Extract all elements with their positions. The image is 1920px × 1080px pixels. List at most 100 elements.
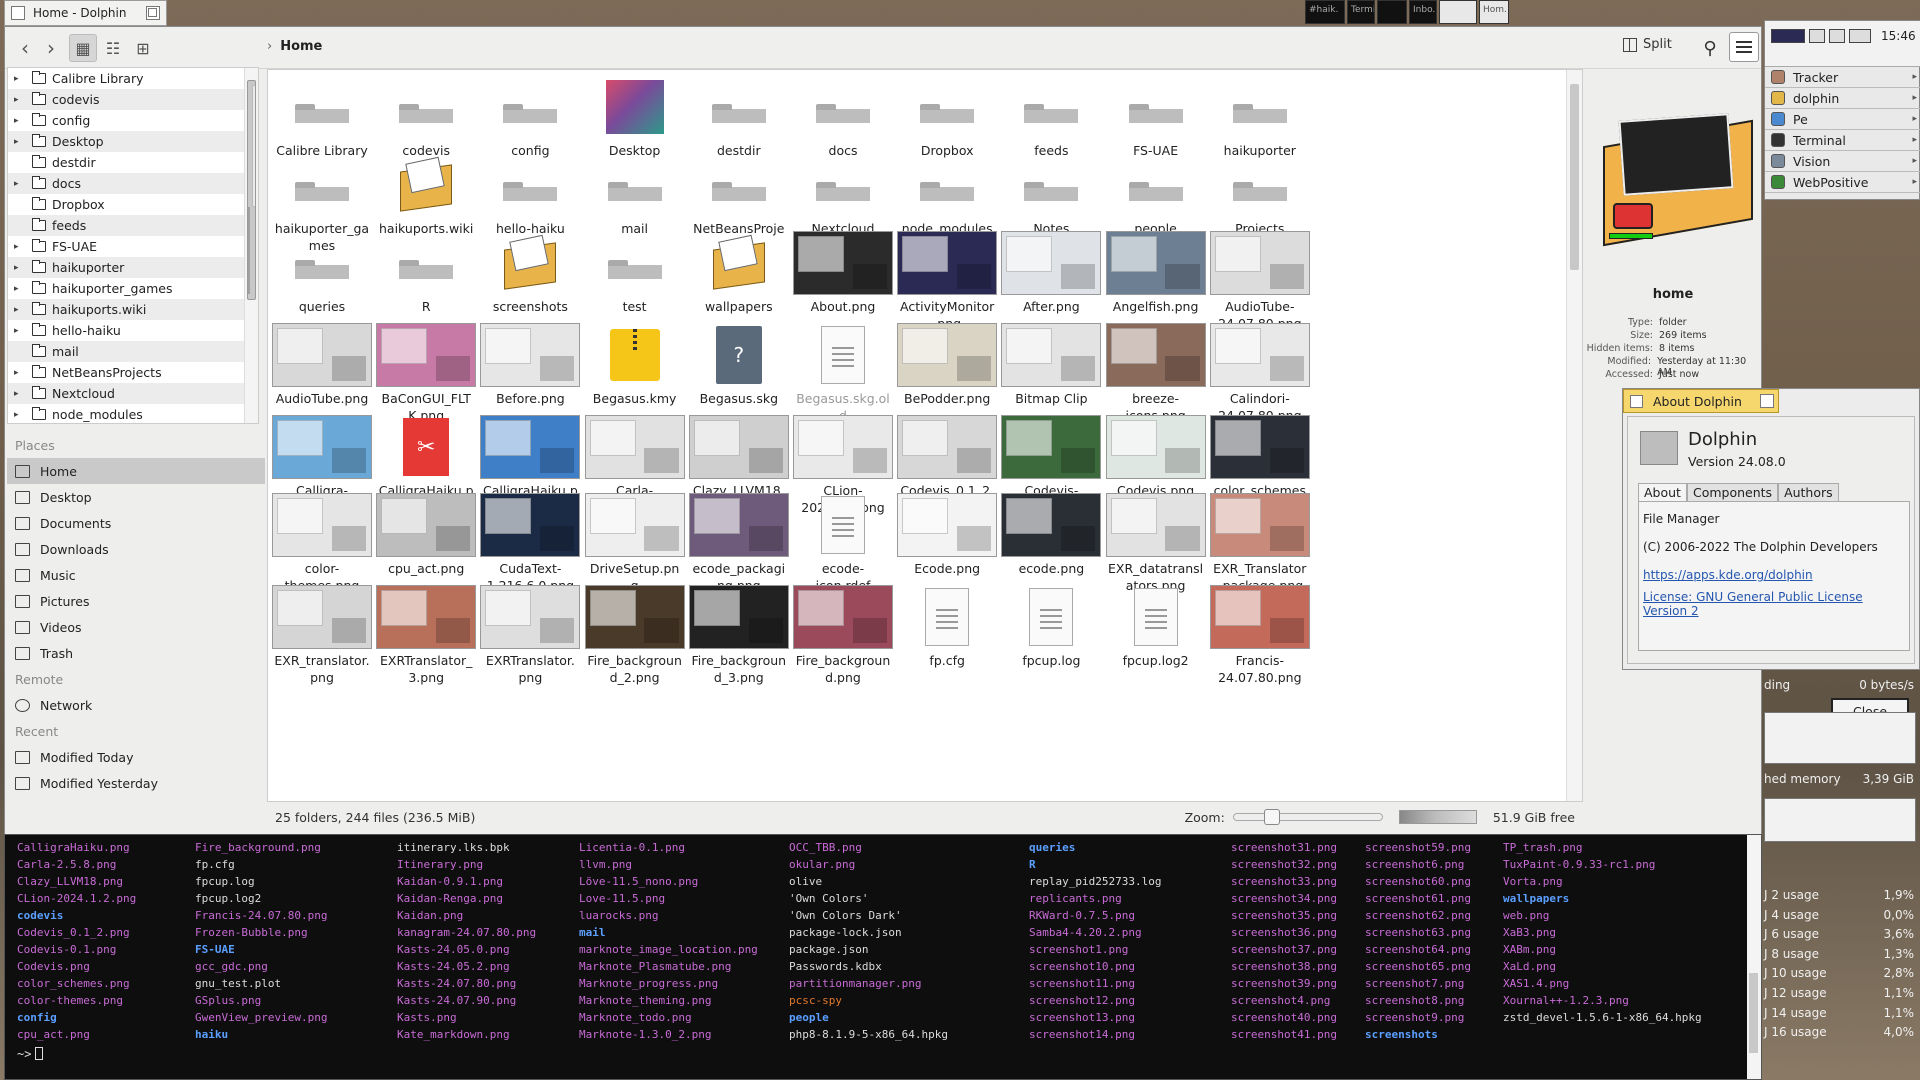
file-item[interactable]: ActivityMonitor.png (897, 228, 998, 332)
file-item[interactable]: EXRTranslator_3.png (376, 582, 477, 686)
zoom-slider[interactable] (1232, 809, 1383, 825)
deskbar-app[interactable]: Pe ▸ (1765, 109, 1920, 130)
file-view[interactable]: Calibre Library codevis config Desktop destd… (267, 69, 1583, 802)
network-icon[interactable] (1829, 29, 1845, 43)
deskbar-app[interactable]: WebPositive ▸ (1765, 172, 1920, 193)
deskbar-app[interactable]: dolphin ▸ (1765, 88, 1920, 109)
breadcrumb[interactable]: › Home (267, 39, 322, 54)
file-item[interactable]: node_modules (897, 150, 997, 237)
file-item[interactable]: R (376, 228, 476, 315)
battery-icon[interactable] (1849, 29, 1871, 43)
file-item[interactable]: EXR_Translator_package.png (1209, 490, 1310, 594)
file-item[interactable]: Begasus.skg.old (793, 320, 893, 424)
zoom-slider-handle[interactable] (1263, 809, 1280, 825)
file-item[interactable]: breeze-icons.png (1105, 320, 1206, 424)
about-tab-about[interactable]: About (1638, 483, 1687, 501)
tree-item[interactable]: ▸ hello-haiku (8, 320, 258, 341)
file-item[interactable]: hello-haiku (480, 150, 580, 237)
file-item[interactable]: destdir (689, 72, 789, 159)
expand-arrow-icon[interactable]: ▸ (14, 179, 32, 189)
file-item[interactable]: Dropbox (897, 72, 997, 159)
tree-item[interactable]: feeds (8, 215, 258, 236)
window-stack-thumbnail[interactable] (1439, 0, 1477, 24)
file-item[interactable]: DriveSetup.png (584, 490, 685, 594)
tree-item[interactable]: ▸ haikuports.wiki (8, 299, 258, 320)
window-title-tab[interactable]: Home - Dolphin (4, 0, 167, 26)
file-item[interactable]: config (480, 72, 580, 159)
places-item[interactable]: Pictures (7, 588, 265, 614)
window-stack-thumbnail[interactable] (1377, 0, 1407, 24)
window-stack-thumbnail[interactable]: Inbo. (1409, 0, 1437, 24)
file-item[interactable]: Notes (1001, 150, 1101, 237)
deskbar-app[interactable]: Vision ▸ (1765, 151, 1920, 172)
about-license-link[interactable]: License: GNU General Public License Vers… (1643, 590, 1909, 618)
file-item[interactable]: ? Begasus.skg (689, 320, 789, 407)
file-item[interactable]: ecode_packaging.png (688, 490, 789, 594)
file-item[interactable]: haikuporter (1210, 72, 1310, 159)
expand-arrow-icon[interactable]: ▸ (14, 284, 32, 294)
window-stack-thumbnail[interactable]: #haik. (1305, 0, 1345, 24)
expand-arrow-icon[interactable]: ▸ (14, 305, 32, 315)
file-item[interactable]: Projects (1210, 150, 1310, 237)
expand-arrow-icon[interactable]: ▸ (14, 368, 32, 378)
file-item[interactable]: people (1106, 150, 1206, 237)
expand-arrow-icon[interactable]: ▸ (14, 263, 32, 273)
expand-arrow-icon[interactable]: ▸ (14, 116, 32, 126)
about-tab-components[interactable]: Components (1686, 483, 1779, 501)
file-item[interactable]: fp.cfg (897, 582, 997, 669)
search-button[interactable]: ⚲ (1695, 33, 1725, 63)
file-item[interactable]: ecode.png (1001, 490, 1102, 577)
file-item[interactable]: EXR_datatranslators.png (1105, 490, 1206, 594)
places-item[interactable]: Documents (7, 510, 265, 536)
file-item[interactable]: Before.png (480, 320, 581, 407)
tree-item[interactable]: ▸ NetBeansProjects (8, 362, 258, 383)
file-item[interactable]: Fire_background.png (793, 582, 893, 686)
file-item[interactable]: Francis-24.07.80.png (1209, 582, 1310, 686)
places-item[interactable]: Desktop (7, 484, 265, 510)
file-item[interactable]: After.png (1001, 228, 1102, 315)
file-item[interactable]: test (585, 228, 685, 315)
tree-item[interactable]: Dropbox (8, 194, 258, 215)
back-button[interactable]: ‹ (11, 34, 39, 62)
tree-item[interactable]: ▸ Calibre Library (8, 68, 258, 89)
volume-icon[interactable] (1809, 29, 1825, 43)
folder-tree-scrollbar[interactable] (244, 68, 258, 423)
file-item[interactable]: feeds (1001, 72, 1101, 159)
about-tab-authors[interactable]: Authors (1778, 483, 1839, 501)
file-item[interactable]: BePodder.png (897, 320, 998, 407)
file-item[interactable]: Angelfish.png (1105, 228, 1206, 315)
tree-item[interactable]: ▸ Nextcloud (8, 383, 258, 404)
file-item[interactable]: EXRTranslator.png (480, 582, 581, 686)
dialog-zoom-box[interactable] (1760, 394, 1774, 408)
file-item[interactable]: EXR_translator.png (272, 582, 372, 686)
window-close-button[interactable] (11, 6, 25, 20)
file-item[interactable]: Ecode.png (897, 490, 998, 577)
file-item[interactable]: Calindori-24.07.80.png (1209, 320, 1310, 424)
forward-button[interactable]: › (37, 34, 65, 62)
file-item[interactable]: mail (585, 150, 685, 237)
file-item[interactable]: docs (793, 72, 893, 159)
about-website-link[interactable]: https://apps.kde.org/dolphin (1643, 568, 1813, 582)
window-stack-thumbnail[interactable]: Hom. (1479, 0, 1509, 24)
details-view-button[interactable]: ☷ (99, 34, 127, 62)
file-item[interactable]: Calibre Library (272, 72, 372, 159)
window-stack-thumbnail[interactable]: Termi. (1347, 0, 1375, 24)
tree-item[interactable]: ▸ haikuporter (8, 257, 258, 278)
expand-arrow-icon[interactable]: ▸ (14, 95, 32, 105)
file-item[interactable]: queries (272, 228, 372, 315)
places-item[interactable]: Network (7, 692, 265, 718)
file-item[interactable]: AudioTube.png (272, 320, 372, 407)
tree-item[interactable]: ▸ config (8, 110, 258, 131)
places-item[interactable]: Trash (7, 640, 265, 666)
places-item[interactable]: Videos (7, 614, 265, 640)
file-item[interactable]: Codevis.png (1105, 412, 1206, 499)
tree-item[interactable]: ▸ FS-UAE (8, 236, 258, 257)
places-item[interactable]: Home (7, 458, 265, 484)
expand-arrow-icon[interactable]: ▸ (14, 326, 32, 336)
file-item[interactable]: codevis (376, 72, 476, 159)
file-item[interactable]: Fire_background_3.png (688, 582, 789, 686)
breadcrumb-home[interactable]: Home (280, 39, 322, 54)
cpu-meter-icon[interactable] (1771, 29, 1805, 43)
about-dialog-title-tab[interactable]: About Dolphin (1623, 389, 1779, 413)
places-item[interactable]: Downloads (7, 536, 265, 562)
